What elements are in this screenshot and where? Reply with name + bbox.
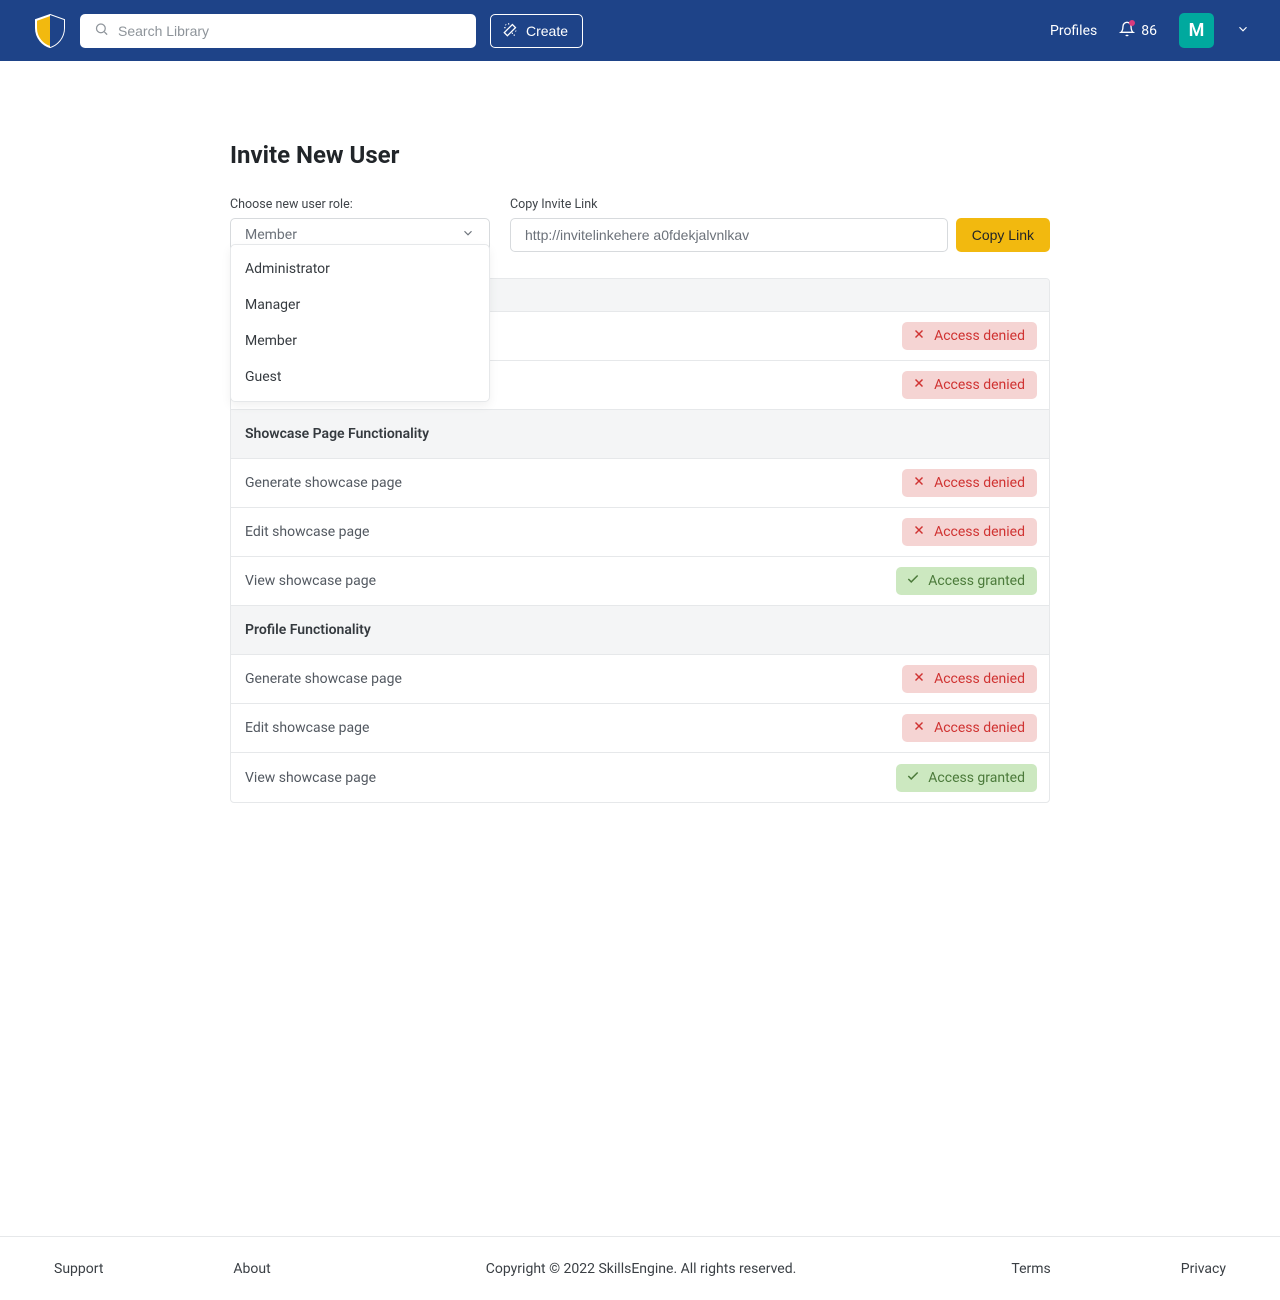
permission-row: View showcase page Access granted — [231, 557, 1049, 606]
brand-logo — [34, 13, 66, 49]
copy-link-button[interactable]: Copy Link — [956, 218, 1050, 252]
create-label: Create — [526, 23, 568, 39]
notification-dot — [1129, 20, 1135, 26]
x-icon — [912, 376, 926, 394]
search-icon — [94, 21, 109, 40]
badge-label: Access denied — [934, 720, 1025, 736]
badge-label: Access denied — [934, 377, 1025, 393]
permission-row: View showcase page Access granted — [231, 753, 1049, 802]
footer-support-link[interactable]: Support — [54, 1261, 103, 1277]
content: Invite New User Choose new user role: Me… — [230, 141, 1050, 1236]
access-denied-badge: Access denied — [902, 469, 1037, 497]
permission-row: Generate showcase page Access denied — [231, 459, 1049, 508]
magic-wand-icon — [503, 22, 518, 40]
footer-left: Support About — [54, 1261, 271, 1277]
search-input[interactable] — [80, 14, 476, 48]
chevron-down-icon — [461, 226, 475, 244]
x-icon — [912, 670, 926, 688]
footer-privacy-link[interactable]: Privacy — [1181, 1261, 1226, 1277]
access-granted-badge: Access granted — [896, 764, 1037, 792]
footer-about-link[interactable]: About — [233, 1261, 270, 1277]
profiles-link[interactable]: Profiles — [1050, 23, 1097, 39]
access-denied-badge: Access denied — [902, 665, 1037, 693]
check-icon — [906, 572, 920, 590]
search-wrap — [80, 14, 476, 48]
page-title: Invite New User — [230, 141, 1050, 169]
user-menu-chevron[interactable] — [1236, 22, 1250, 40]
link-row: Copy Link — [510, 218, 1050, 252]
access-denied-badge: Access denied — [902, 518, 1037, 546]
footer-right: Terms Privacy — [1011, 1261, 1226, 1277]
permission-label: Generate showcase page — [245, 475, 402, 491]
dropdown-item-administrator[interactable]: Administrator — [231, 251, 489, 287]
access-denied-badge: Access denied — [902, 714, 1037, 742]
permission-label: View showcase page — [245, 770, 376, 786]
x-icon — [912, 327, 926, 345]
dropdown-item-guest[interactable]: Guest — [231, 359, 489, 395]
badge-label: Access granted — [928, 573, 1025, 589]
permission-row: Edit showcase page Access denied — [231, 508, 1049, 557]
permission-row: Generate showcase page Access denied — [231, 655, 1049, 704]
user-avatar[interactable]: M — [1179, 13, 1214, 48]
permission-label: View showcase page — [245, 573, 376, 589]
badge-label: Access granted — [928, 770, 1025, 786]
invite-link-input[interactable] — [510, 218, 948, 252]
notifications[interactable]: 86 — [1119, 21, 1157, 41]
link-label: Copy Invite Link — [510, 197, 1050, 212]
footer-copyright: Copyright © 2022 SkillsEngine. All right… — [486, 1261, 797, 1277]
footer-terms-link[interactable]: Terms — [1011, 1261, 1050, 1277]
check-icon — [906, 769, 920, 787]
main-area: Invite New User Choose new user role: Me… — [0, 61, 1280, 1236]
dropdown-item-member[interactable]: Member — [231, 323, 489, 359]
role-label: Choose new user role: — [230, 197, 490, 212]
access-granted-badge: Access granted — [896, 567, 1037, 595]
permission-section-header: Showcase Page Functionality — [231, 410, 1049, 459]
permission-section-header: Profile Functionality — [231, 606, 1049, 655]
dropdown-item-manager[interactable]: Manager — [231, 287, 489, 323]
access-denied-badge: Access denied — [902, 371, 1037, 399]
permission-label: Edit showcase page — [245, 524, 369, 540]
role-dropdown: Administrator Manager Member Guest — [230, 244, 490, 402]
badge-label: Access denied — [934, 524, 1025, 540]
x-icon — [912, 523, 926, 541]
footer: Support About Copyright © 2022 SkillsEng… — [0, 1236, 1280, 1300]
badge-label: Access denied — [934, 328, 1025, 344]
permission-label: Edit showcase page — [245, 720, 369, 736]
topbar-right: Profiles 86 M — [1050, 13, 1250, 48]
top-bar: Create Profiles 86 M — [0, 0, 1280, 61]
x-icon — [912, 719, 926, 737]
create-button[interactable]: Create — [490, 14, 583, 48]
permission-row: Edit showcase page Access denied — [231, 704, 1049, 753]
permission-label: Generate showcase page — [245, 671, 402, 687]
avatar-initial: M — [1189, 20, 1205, 41]
link-field: Copy Invite Link Copy Link — [510, 197, 1050, 252]
badge-label: Access denied — [934, 671, 1025, 687]
x-icon — [912, 474, 926, 492]
notification-count: 86 — [1141, 23, 1157, 39]
role-selected-value: Member — [245, 227, 297, 243]
badge-label: Access denied — [934, 475, 1025, 491]
access-denied-badge: Access denied — [902, 322, 1037, 350]
